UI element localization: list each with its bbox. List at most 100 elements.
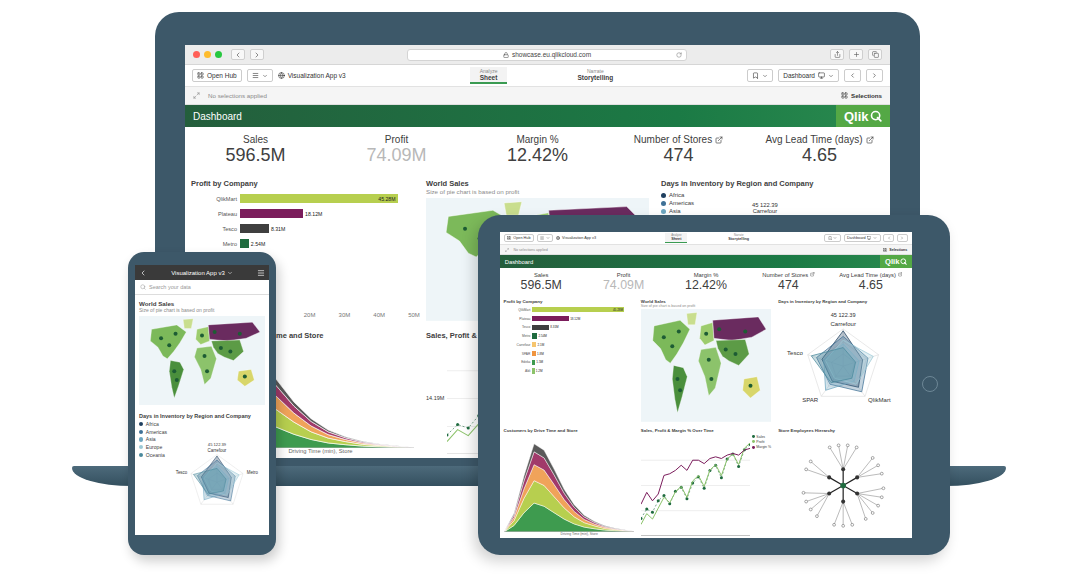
kpi-card[interactable]: Number of Stores474 [747, 272, 829, 292]
hierarchy-node[interactable] [864, 517, 867, 520]
chart-panel[interactable]: World SalesSize of pie chart is based on… [637, 295, 774, 424]
legend-item[interactable]: Profit [752, 440, 771, 444]
hierarchy-node[interactable] [809, 460, 812, 463]
area-series[interactable] [504, 452, 634, 532]
url-field[interactable]: showcase.eu.qlikcloud.com [407, 49, 687, 61]
kpi-card[interactable]: Avg Lead Time (days)4.65 [749, 134, 890, 166]
bar-row[interactable]: Tesco8.31M [191, 224, 414, 233]
browser-button[interactable] [231, 49, 245, 60]
bar-row[interactable]: Plateau18.12M [191, 209, 414, 218]
browser-button[interactable] [250, 49, 264, 60]
hierarchy-node[interactable] [833, 523, 836, 526]
toolbar-button[interactable] [824, 234, 841, 242]
browser-button[interactable] [868, 49, 882, 60]
chart-panel[interactable]: Store Employees Hierarchy [775, 425, 912, 539]
hierarchy-node[interactable] [828, 446, 831, 449]
window-button[interactable] [215, 51, 222, 58]
line-series[interactable] [641, 448, 750, 504]
search-field[interactable]: Search your data [135, 280, 269, 295]
kpi-card[interactable]: Avg Lead Time (days)4.65 [830, 272, 912, 292]
legend-item[interactable]: Sales [752, 435, 771, 439]
selections-button[interactable]: Selections [841, 92, 882, 99]
hierarchy-node[interactable] [855, 475, 859, 479]
hierarchy-node[interactable] [809, 508, 812, 511]
hierarchy-node[interactable] [837, 444, 840, 447]
chevron-down-icon[interactable] [227, 270, 233, 276]
hierarchy-node[interactable] [841, 467, 845, 471]
hierarchy-node[interactable] [842, 524, 845, 527]
hierarchy-node[interactable] [827, 475, 831, 479]
legend-item[interactable]: Margin % [752, 445, 771, 449]
map-chart[interactable] [139, 316, 265, 405]
hierarchy-node[interactable] [881, 472, 884, 475]
bar-row[interactable]: QlikMart45.28M [504, 307, 634, 312]
hierarchy-node[interactable] [805, 468, 808, 471]
toolbar-button[interactable] [844, 69, 861, 82]
hierarchy-node[interactable] [805, 500, 808, 503]
window-button[interactable] [204, 51, 211, 58]
toolbar-button[interactable]: Dashboard [844, 234, 881, 242]
hierarchy-node[interactable] [855, 491, 859, 495]
radar-chart[interactable]: CarrefourMetroTesco45 122.39 [169, 425, 265, 535]
kpi-card[interactable]: Margin %12.42% [665, 272, 747, 292]
selections-button[interactable]: Selections [883, 248, 907, 252]
chart-panel[interactable]: Profit by CompanyQlikMart45.28MPlateau18… [500, 295, 637, 424]
area-series[interactable] [504, 444, 634, 532]
window-button[interactable] [193, 51, 200, 58]
legend-item[interactable]: Americas [661, 200, 694, 206]
legend-item[interactable]: Asia [139, 436, 167, 442]
kpi-card[interactable]: Number of Stores474 [608, 134, 749, 166]
kpi-card[interactable]: Sales596.5M [185, 134, 326, 166]
hierarchy-node[interactable] [827, 491, 831, 495]
home-button[interactable] [922, 376, 938, 392]
radar-series[interactable] [811, 348, 855, 383]
mode-tab[interactable]: AnalyzeSheet [470, 67, 508, 84]
back-icon[interactable] [139, 269, 147, 277]
bar-row[interactable]: Metro2.54M [191, 239, 414, 248]
toolbar-button[interactable]: Open Hub [192, 69, 242, 82]
kpi-card[interactable]: Margin %12.42% [467, 134, 608, 166]
hierarchy-node[interactable] [802, 491, 805, 494]
bar-row[interactable]: Aldi1.2M [504, 368, 634, 373]
bar-row[interactable]: QlikMart45.28M [191, 194, 414, 203]
toolbar-button[interactable]: Open Hub [504, 234, 534, 242]
bar-row[interactable]: Tesco8.31M [504, 325, 634, 330]
hierarchy-node[interactable] [877, 504, 880, 507]
bar-row[interactable]: Carrefour2.1M [504, 342, 634, 347]
browser-button[interactable] [849, 49, 863, 60]
hierarchy-node[interactable] [871, 511, 874, 514]
legend-item[interactable]: Oceania [139, 452, 167, 458]
toolbar-button[interactable] [883, 234, 894, 242]
bar-row[interactable]: Edeka1.5M [504, 360, 634, 365]
mode-tab[interactable]: NarrateStorytelling [722, 233, 755, 243]
kpi-card[interactable]: Profit74.09M [582, 272, 664, 292]
radar-series[interactable] [194, 468, 227, 494]
reload-button[interactable] [676, 52, 682, 58]
chart-panel[interactable]: Days in Inventory by Region and CompanyC… [775, 295, 912, 424]
browser-button[interactable] [830, 49, 844, 60]
toolbar-button[interactable] [247, 69, 273, 82]
hierarchy-node[interactable] [816, 514, 819, 517]
bar-row[interactable]: Plateau18.12M [504, 316, 634, 321]
hierarchy-node[interactable] [882, 487, 885, 490]
hierarchy-node[interactable] [877, 464, 880, 467]
legend-item[interactable]: Africa [661, 192, 694, 198]
hierarchy-node[interactable] [871, 456, 874, 459]
line-series[interactable] [641, 443, 750, 525]
toolbar-button[interactable] [866, 69, 883, 82]
toolbar-button[interactable] [537, 234, 554, 242]
legend-item[interactable]: Africa [139, 421, 167, 427]
kpi-card[interactable]: Sales596.5M [500, 272, 582, 292]
toolbar-button[interactable] [897, 234, 908, 242]
chart-panel[interactable]: Customers by Drive Time and StoreDriving… [500, 425, 637, 539]
legend-item[interactable]: Asia [661, 208, 694, 214]
hierarchy-node[interactable] [881, 496, 884, 499]
bar-row[interactable]: Metro2.54M [504, 333, 634, 338]
legend-item[interactable]: Americas [139, 429, 167, 435]
hierarchy-node[interactable] [851, 523, 854, 526]
chart-panel[interactable]: Sales, Profit & Margin % Over TimeSalesP… [637, 425, 774, 539]
hierarchy-node[interactable] [841, 499, 845, 503]
hierarchy-node[interactable] [855, 446, 858, 449]
mode-tab[interactable]: AnalyzeSheet [665, 233, 687, 243]
toolbar-button[interactable]: Dashboard [778, 69, 839, 82]
